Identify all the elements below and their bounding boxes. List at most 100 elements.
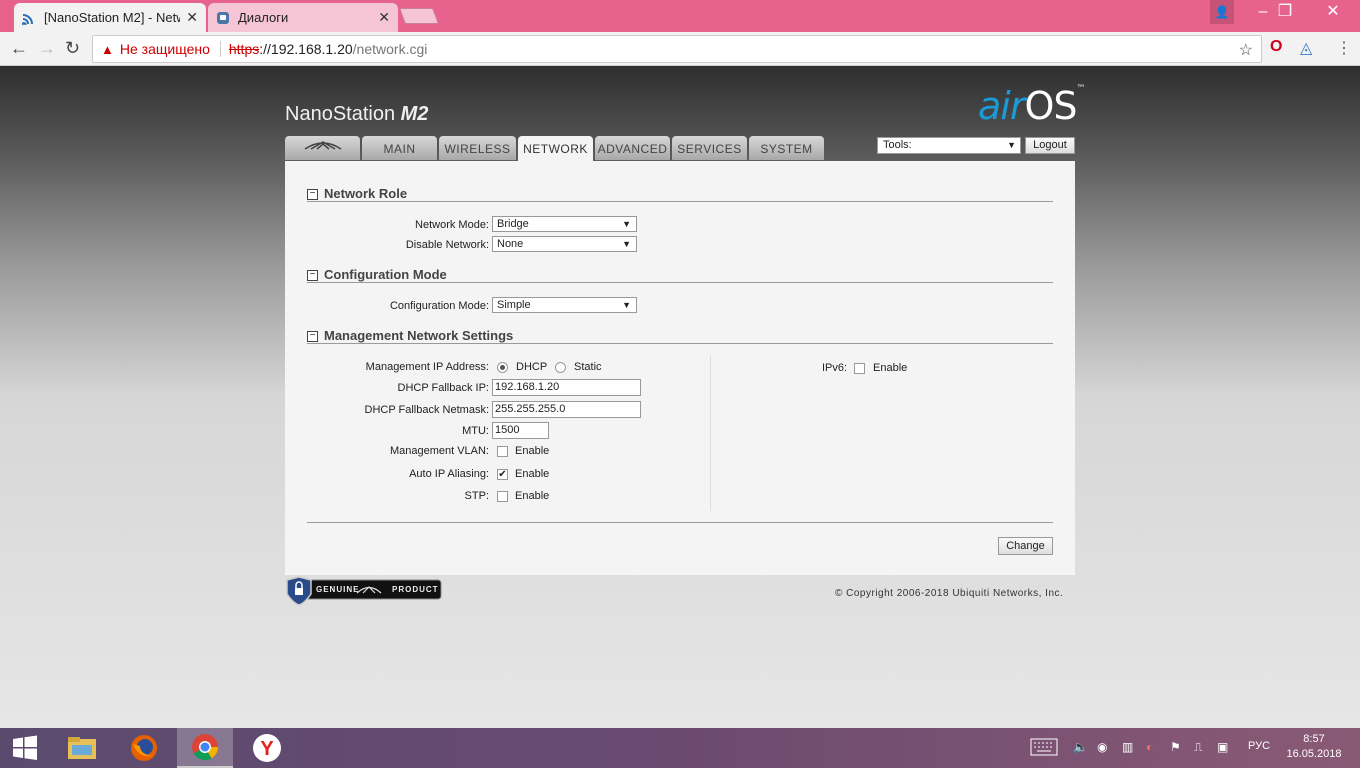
close-window-button[interactable]: ✕	[1306, 0, 1360, 24]
chevron-down-icon: ▼	[622, 239, 631, 249]
windows-start-icon[interactable]	[0, 728, 50, 768]
usb-icon[interactable]: ⎍	[1194, 740, 1202, 755]
app-tray-icon[interactable]: ◉	[1097, 740, 1107, 754]
tab-ubiquiti-logo[interactable]	[285, 136, 360, 160]
notification-icon[interactable]: ⚑	[1170, 740, 1181, 754]
back-arrow-icon[interactable]: ←	[10, 38, 28, 59]
security-label: Не защищено	[119, 41, 210, 57]
genuine-product-badge: GENUINE PRODUCT	[285, 576, 443, 606]
separator	[219, 41, 221, 57]
page-content: NanoStation M2 airOS™ MAIN WIRELESS NETW…	[0, 66, 1360, 728]
close-icon[interactable]: ✕	[186, 9, 198, 26]
tab-main[interactable]: MAIN	[362, 136, 437, 160]
collapse-icon[interactable]: −	[307, 270, 318, 281]
mtu-input[interactable]: 1500	[492, 422, 549, 439]
stp-label: STP:	[464, 490, 489, 502]
bookmark-star-icon[interactable]: ☆	[1239, 40, 1253, 60]
forward-arrow-icon[interactable]: →	[38, 38, 56, 59]
browser-tab-dialogs[interactable]: Диалоги ✕	[208, 3, 398, 32]
tools-dropdown[interactable]: Tools: ▼	[877, 137, 1021, 154]
collapse-icon[interactable]: −	[307, 331, 318, 342]
static-radio[interactable]	[555, 362, 566, 373]
column-divider	[710, 356, 711, 511]
firefox-icon[interactable]	[116, 728, 172, 768]
menu-icon[interactable]: ⋮	[1336, 38, 1352, 58]
browser-title-bar: [NanoStation M2] - Netw ✕ Диалоги ✕ 👤 – …	[0, 0, 1360, 32]
dhcp-fallback-ip-input[interactable]: 192.168.1.20	[492, 379, 641, 396]
chrome-icon[interactable]	[177, 728, 233, 768]
dhcp-fallback-netmask-input[interactable]: 255.255.255.0	[492, 401, 641, 418]
section-title: Network Role	[324, 186, 408, 201]
enable-label: Enable	[515, 490, 550, 502]
clock-time: 8:57	[1303, 733, 1325, 745]
section-configuration-mode: − Configuration Mode	[307, 267, 1053, 283]
management-ip-label: Management IP Address:	[365, 361, 489, 373]
app-tray-icon-2[interactable]: ▣	[1217, 740, 1228, 754]
change-button[interactable]: Change	[998, 537, 1053, 555]
reload-icon[interactable]: ↻	[65, 38, 80, 59]
disable-network-value: None	[497, 238, 524, 250]
device-brand: NanoStation M2	[285, 103, 428, 126]
address-bar[interactable]: ▲ Не защищено https://192.168.1.20/netwo…	[92, 35, 1262, 63]
extension-icon[interactable]: ◬	[1300, 38, 1312, 58]
close-icon[interactable]: ✕	[378, 9, 390, 26]
browser-toolbar: ← → ↻ ▲ Не защищено https://192.168.1.20…	[0, 32, 1360, 66]
yandex-browser-icon[interactable]: Y	[239, 728, 295, 768]
wifi-icon	[22, 13, 33, 25]
dhcp-radio[interactable]	[497, 362, 508, 373]
new-tab-button[interactable]	[399, 8, 439, 24]
logo-air: air	[978, 84, 1025, 128]
network-icon[interactable]: ▥	[1122, 740, 1133, 754]
dhcp-fallback-netmask-label: DHCP Fallback Netmask:	[364, 404, 490, 416]
section-management-network: − Management Network Settings	[307, 328, 1053, 344]
management-vlan-checkbox[interactable]	[497, 446, 508, 457]
stp-checkbox[interactable]	[497, 491, 508, 502]
settings-panel: − Network Role Network Mode: Bridge ▼ Dis…	[285, 161, 1075, 575]
ipv6-label: IPv6:	[822, 362, 848, 374]
product-text: PRODUCT	[392, 585, 439, 594]
auto-ip-aliasing-label: Auto IP Aliasing:	[409, 468, 489, 480]
opera-icon[interactable]: O	[1270, 38, 1282, 56]
maximize-button[interactable]: ❐	[1262, 0, 1308, 24]
chevron-down-icon: ▼	[622, 300, 631, 310]
section-title: Configuration Mode	[324, 267, 447, 282]
collapse-icon[interactable]: −	[307, 189, 318, 200]
logout-button[interactable]: Logout	[1025, 137, 1075, 154]
network-mode-value: Bridge	[497, 218, 529, 230]
tab-services[interactable]: SERVICES	[672, 136, 747, 160]
browser-tab-nanostation[interactable]: [NanoStation M2] - Netw ✕	[14, 3, 206, 32]
network-mode-label: Network Mode:	[415, 219, 489, 231]
volume-icon[interactable]: 🔈	[1073, 740, 1088, 754]
windows-taskbar: Y 🔈 ◉ ▥ ◐ ⚑ ⎍ ▣ РУС 8:57 16.05.2018	[0, 728, 1360, 768]
url-path: /network.cgi	[352, 41, 428, 57]
tab-wireless[interactable]: WIRELESS	[439, 136, 516, 160]
tab-advanced[interactable]: ADVANCED	[595, 136, 670, 160]
language-indicator[interactable]: РУС	[1248, 740, 1270, 752]
network-mode-select[interactable]: Bridge ▼	[492, 216, 637, 232]
tab-system[interactable]: SYSTEM	[749, 136, 824, 160]
url-scheme: https	[228, 41, 260, 57]
airos-logo: airOS™	[978, 84, 1086, 128]
profile-icon[interactable]: 👤	[1210, 0, 1234, 24]
divider	[307, 522, 1053, 523]
chevron-down-icon: ▼	[622, 219, 631, 229]
static-label: Static	[574, 361, 602, 373]
disable-network-select[interactable]: None ▼	[492, 236, 637, 252]
chat-icon	[217, 11, 229, 24]
auto-ip-aliasing-checkbox[interactable]: ✔	[497, 469, 508, 480]
chevron-down-icon: ▼	[1007, 140, 1016, 150]
configuration-mode-select[interactable]: Simple ▼	[492, 297, 637, 313]
enable-label: Enable	[515, 445, 550, 457]
ipv6-checkbox[interactable]	[854, 363, 865, 374]
logo-os: OS	[1024, 84, 1077, 128]
brand-model: M2	[400, 103, 429, 125]
disable-network-label: Disable Network:	[405, 239, 489, 251]
tab-network[interactable]: NETWORK	[518, 136, 593, 161]
clock[interactable]: 8:57 16.05.2018	[1282, 732, 1346, 762]
antivirus-icon[interactable]: ◐	[1146, 740, 1153, 754]
brand-name: NanoStation	[285, 103, 396, 125]
keyboard-icon[interactable]	[1030, 738, 1058, 759]
dhcp-fallback-ip-label: DHCP Fallback IP:	[397, 382, 490, 394]
configuration-mode-label: Configuration Mode:	[389, 300, 489, 312]
file-explorer-icon[interactable]	[54, 728, 110, 768]
